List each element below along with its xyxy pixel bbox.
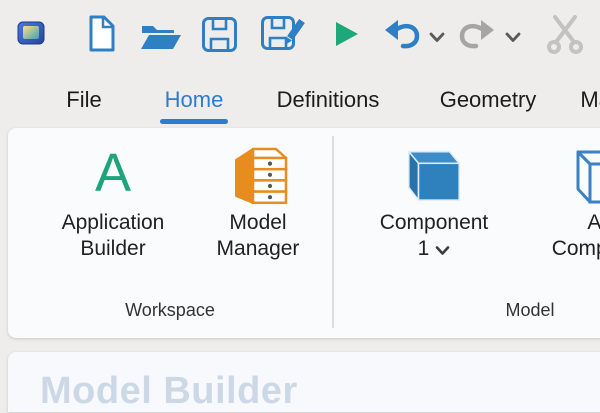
tab-home[interactable]: Home <box>156 78 232 122</box>
redo-icon[interactable] <box>458 18 496 50</box>
application-builder-button[interactable]: A Application Builder <box>42 138 184 262</box>
application-builder-icon: A <box>95 138 131 208</box>
tab-file[interactable]: File <box>56 78 112 122</box>
save-icon[interactable] <box>201 16 238 53</box>
component-1-text: Component 1 <box>380 211 489 260</box>
model-builder-title: Model Builder <box>40 370 298 413</box>
undo-icon[interactable] <box>383 18 421 50</box>
new-file-icon[interactable] <box>84 15 118 53</box>
add-component-label: Add Component <box>542 210 600 288</box>
tab-materials[interactable]: Materials <box>560 78 600 122</box>
ribbon-home-panel: A Application Builder Model Manager Work… <box>8 128 600 338</box>
application-builder-label: Application Builder <box>53 210 173 262</box>
redo-dropdown-icon[interactable] <box>505 31 521 43</box>
model-manager-label: Model Manager <box>203 210 313 262</box>
component-1-button[interactable]: Component 1 <box>364 138 504 262</box>
model-group-label: Model <box>340 300 600 321</box>
component-1-label: Component 1 <box>372 210 496 262</box>
app-logo-icon[interactable] <box>17 21 45 45</box>
add-component-button[interactable]: Add Component <box>536 138 600 288</box>
tab-geometry[interactable]: Geometry <box>426 78 550 122</box>
add-component-icon <box>574 138 600 208</box>
component-cube-icon <box>403 138 465 208</box>
cut-icon[interactable] <box>543 13 587 55</box>
model-builder-panel: Model Builder <box>8 352 600 412</box>
model-manager-icon <box>226 138 290 208</box>
quick-access-toolbar <box>0 0 600 70</box>
undo-dropdown-icon[interactable] <box>429 31 445 43</box>
ribbon-group-divider <box>332 136 334 328</box>
component-dropdown-icon[interactable] <box>435 245 450 256</box>
add-component-text: Add Component <box>552 211 600 260</box>
run-icon[interactable] <box>331 19 361 49</box>
model-manager-button[interactable]: Model Manager <box>188 138 328 262</box>
save-as-icon[interactable] <box>260 14 306 55</box>
workspace-group-label: Workspace <box>8 300 332 321</box>
tab-definitions[interactable]: Definitions <box>262 78 394 122</box>
open-file-icon[interactable] <box>140 19 182 52</box>
